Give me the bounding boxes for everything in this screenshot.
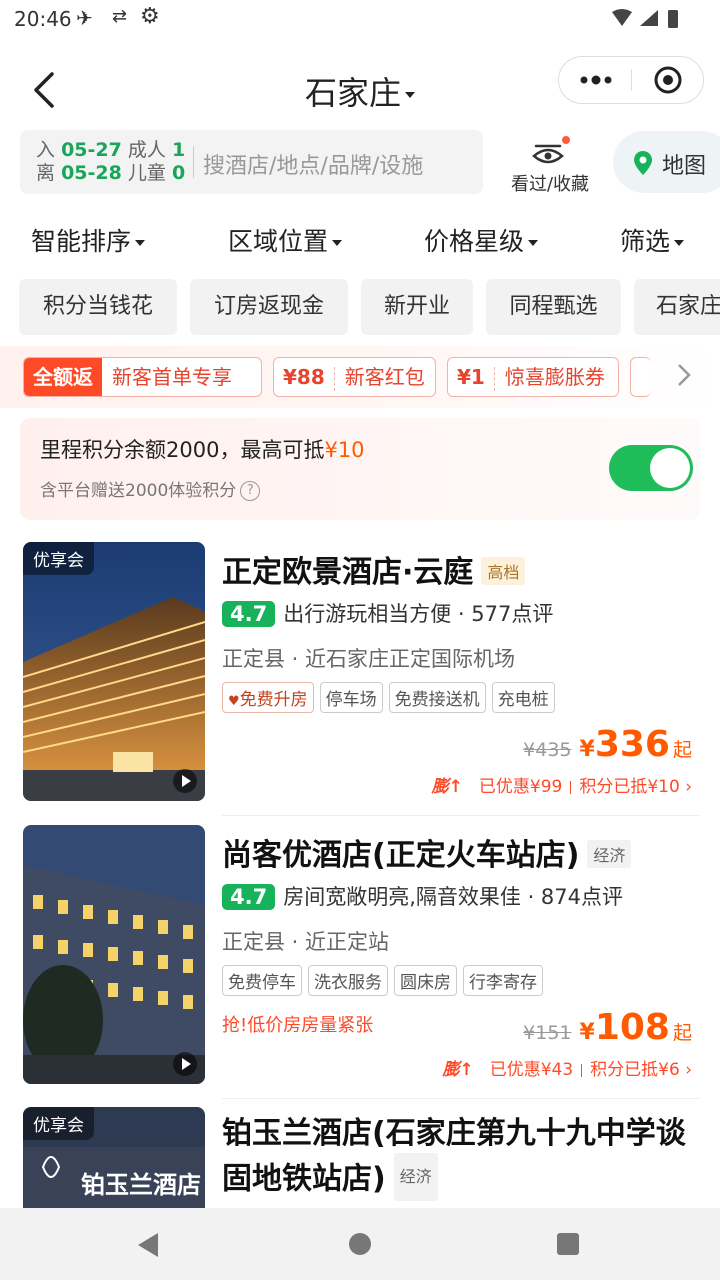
hotel-card[interactable]: 优享会 正定欧景酒店·云庭 高档 4.7 出行游玩相当方便 · 577点评 正定县 … xyxy=(0,542,720,816)
chip-points[interactable]: 积分当钱花 xyxy=(19,279,177,335)
map-button[interactable]: 地图 xyxy=(613,131,720,193)
hotel-name[interactable]: 尚客优酒店(正定火车站店) 经济 xyxy=(222,830,632,874)
signal-battery-icon xyxy=(612,9,678,28)
chip-city[interactable]: 石家庄 xyxy=(634,279,720,335)
location-pin-icon xyxy=(634,151,652,175)
system-nav-bar xyxy=(0,1208,720,1280)
search-input[interactable]: 搜酒店/地点/品牌/设施 xyxy=(203,148,423,180)
sync-icon: ⇄ xyxy=(112,6,128,27)
hotel-location: 正定县 · 近正定站 xyxy=(222,930,390,954)
hotel-photo xyxy=(23,825,205,1084)
discount-row[interactable]: 膨↑ 已优惠¥43 积分已抵¥6 › xyxy=(442,1055,692,1080)
map-label: 地图 xyxy=(662,154,707,179)
club-badge: 优享会 xyxy=(23,542,94,575)
heart-icon: ♥ xyxy=(228,694,240,709)
hotel-photo xyxy=(23,542,205,801)
hotel-image[interactable] xyxy=(23,825,205,1084)
hotel-tags: ♥免费升房 停车场 免费接送机 充电桩 xyxy=(222,682,561,713)
club-badge: 优享会 xyxy=(23,1107,94,1140)
price-block: ¥435 ¥336 起 xyxy=(523,724,692,765)
chip-new-open[interactable]: 新开业 xyxy=(361,279,473,335)
hotel-sign: 铂玉兰酒店 xyxy=(81,1171,201,1199)
tag-upgrade: ♥免费升房 xyxy=(222,682,314,713)
city-name: 石家庄 xyxy=(304,74,401,112)
more-icon[interactable] xyxy=(579,72,613,88)
search-box[interactable]: 入 05-27 成人 1 离 05-28 儿童 0 搜酒店/地点/品牌/设施 xyxy=(20,130,483,194)
hotel-name[interactable]: 铂玉兰酒店(石家庄第九十九中学谈 固地铁站店) 经济 xyxy=(222,1112,686,1204)
dropdown-icon xyxy=(405,92,415,98)
chip-cashback[interactable]: 订房返现金 xyxy=(190,279,348,335)
score-badge: 4.7 xyxy=(222,601,276,627)
close-mini-program-icon[interactable] xyxy=(654,66,682,94)
points-balance: 里程积分余额2000，最高可抵¥10 xyxy=(40,438,365,462)
promo-row: 全额返 新客首单专享 ¥88 新客红包 ¥1 惊喜膨胀券 xyxy=(0,346,720,408)
points-note: 含平台赠送2000体验积分? xyxy=(40,476,261,501)
hotel-image[interactable]: 优享会 铂玉兰酒店 xyxy=(23,1107,205,1208)
hotel-image[interactable]: 优享会 xyxy=(23,542,205,801)
discount-row[interactable]: 膨↑ 已优惠¥99 积分已抵¥10 › xyxy=(432,772,692,797)
settings-icon: ⚙ xyxy=(140,4,160,29)
promo-red-packet[interactable]: ¥88 新客红包 xyxy=(273,357,436,397)
points-toggle[interactable] xyxy=(609,445,693,491)
chevron-right-icon[interactable] xyxy=(676,362,692,388)
promo-expand-coupon[interactable]: ¥1 惊喜膨胀券 xyxy=(447,357,619,397)
chip-selected[interactable]: 同程甄选 xyxy=(486,279,621,335)
rating-row: 4.7 房间宽敞明亮,隔音效果佳 · 874点评 xyxy=(222,881,623,911)
date-guest-picker[interactable]: 入 05-27 成人 1 离 05-28 儿童 0 xyxy=(36,139,185,185)
recents-nav-icon[interactable] xyxy=(556,1232,580,1256)
points-card: 里程积分余额2000，最高可抵¥10 含平台赠送2000体验积分? xyxy=(20,418,700,520)
grade-badge: 经济 xyxy=(587,839,632,868)
score-badge: 4.7 xyxy=(222,884,276,910)
hotel-tags: 免费停车 洗衣服务 圆床房 行李寄存 xyxy=(222,965,549,996)
rating-row: 4.7 出行游玩相当方便 · 577点评 xyxy=(222,598,553,628)
notification-icon: ✈ xyxy=(76,6,93,30)
hotel-name[interactable]: 正定欧景酒店·云庭 高档 xyxy=(222,547,526,591)
mini-program-capsule xyxy=(558,56,704,104)
sort-smart[interactable]: 智能排序 xyxy=(31,222,146,258)
hotel-card[interactable]: 尚客优酒店(正定火车站店) 经济 4.7 房间宽敞明亮,隔音效果佳 · 874点评 … xyxy=(0,825,720,1099)
home-nav-icon[interactable] xyxy=(348,1232,372,1256)
sort-area[interactable]: 区域位置 xyxy=(228,222,343,258)
help-icon[interactable]: ? xyxy=(240,481,261,501)
promo-new-user[interactable]: 全额返 新客首单专享 xyxy=(23,357,262,397)
grade-badge: 经济 xyxy=(393,1153,438,1201)
play-icon[interactable] xyxy=(173,1052,197,1076)
hotel-location: 正定县 · 近石家庄正定国际机场 xyxy=(222,647,516,671)
urgency-note: 抢!低价房房量紧张 xyxy=(222,1015,374,1036)
eye-icon xyxy=(532,136,570,164)
promo-more xyxy=(630,357,651,397)
price-block: ¥151 ¥108 起 xyxy=(523,1007,692,1048)
favorites-button[interactable]: 看过/收藏 xyxy=(500,130,600,195)
play-icon[interactable] xyxy=(173,769,197,793)
status-bar: 20:46 ✈ ⇄ ⚙ xyxy=(0,0,720,40)
sort-price-star[interactable]: 价格星级 xyxy=(424,222,539,258)
grade-badge: 高档 xyxy=(481,556,526,585)
back-nav-icon[interactable] xyxy=(136,1232,160,1258)
status-time: 20:46 xyxy=(14,7,72,31)
hotel-card[interactable]: 优享会 铂玉兰酒店 铂玉兰酒店(石家庄第九十九中学谈 固地铁站店) 经济 xyxy=(0,1107,720,1208)
sort-filter[interactable]: 筛选 xyxy=(620,222,685,258)
